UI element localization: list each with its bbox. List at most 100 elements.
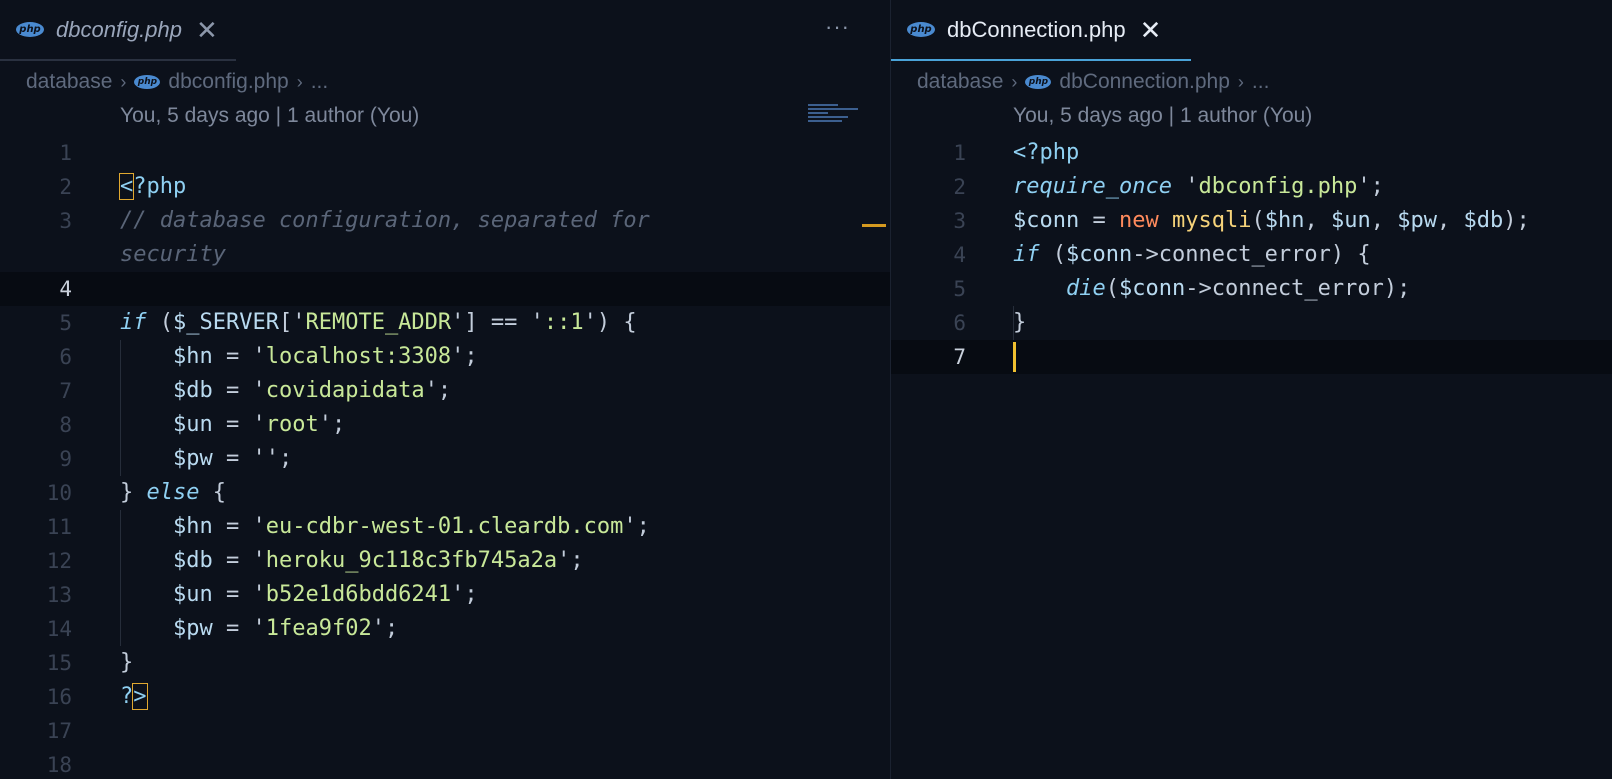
breadcrumb: database › php dbconfig.php › ...	[26, 68, 328, 96]
php-file-icon: php	[134, 75, 161, 89]
code-line[interactable]: security	[0, 238, 890, 272]
code-text[interactable]	[1013, 340, 1016, 374]
chevron-right-icon: ›	[1011, 71, 1018, 92]
code-text[interactable]: // database configuration, separated for	[120, 204, 650, 238]
code-line[interactable]: 13 $un = 'b52e1d6bdd6241';	[0, 578, 890, 612]
code-line[interactable]: 11 $hn = 'eu-cdbr-west-01.cleardb.com';	[0, 510, 890, 544]
codelens-blame[interactable]: You, 5 days ago | 1 author (You)	[1013, 104, 1312, 128]
code-line[interactable]: 10 } else {	[0, 476, 890, 510]
line-number: 18	[46, 753, 72, 777]
code-text[interactable]: ?>	[120, 680, 148, 714]
code-line[interactable]: 2 require_once 'dbconfig.php';	[891, 170, 1612, 204]
code-text[interactable]: $pw = '1fea9f02';	[120, 612, 398, 646]
code-line[interactable]: 5 if ($_SERVER['REMOTE_ADDR'] == '::1') {	[0, 306, 890, 340]
code-text[interactable]: }	[120, 646, 133, 680]
tab-dbconfig[interactable]: php dbconfig.php ✕	[0, 0, 236, 61]
line-number: 9	[59, 447, 72, 471]
close-icon[interactable]: ✕	[1140, 17, 1162, 43]
code-text[interactable]: if ($_SERVER['REMOTE_ADDR'] == '::1') {	[120, 306, 637, 340]
php-file-icon: php	[907, 22, 935, 37]
line-number: 1	[953, 141, 966, 165]
code-line[interactable]: 17	[0, 714, 890, 748]
code-line[interactable]: 8 $un = 'root';	[0, 408, 890, 442]
code-line[interactable]: 3 // database configuration, separated fo…	[0, 204, 890, 238]
code-line[interactable]: 6}	[891, 306, 1612, 340]
close-icon[interactable]: ✕	[196, 17, 218, 43]
code-text[interactable]: security	[120, 238, 226, 272]
code-line[interactable]: 1 <?php	[891, 136, 1612, 170]
breadcrumb-symbol[interactable]: ...	[1252, 70, 1270, 94]
line-number: 6	[953, 311, 966, 335]
indent-guide	[120, 408, 121, 442]
code-line[interactable]: 4	[0, 272, 890, 306]
line-number: 7	[59, 379, 72, 403]
code-line[interactable]: 4 if ($conn->connect_error) {	[891, 238, 1612, 272]
code-text[interactable]: <?php	[118, 170, 186, 204]
code-text[interactable]: $pw = '';	[120, 442, 292, 476]
code-line[interactable]: 5 die($conn->connect_error);	[891, 272, 1612, 306]
editor-group-right: php dbConnection.php ✕ database › php db…	[890, 0, 1612, 779]
more-actions-icon[interactable]: ···	[825, 14, 850, 40]
indent-guide	[120, 340, 121, 374]
line-number: 2	[59, 175, 72, 199]
breadcrumb: database › php dbConnection.php › ...	[917, 68, 1269, 96]
line-number: 10	[46, 481, 72, 505]
line-number: 5	[59, 311, 72, 335]
indent-guide	[120, 612, 121, 646]
tab-dbconnection[interactable]: php dbConnection.php ✕	[891, 0, 1191, 61]
code-line[interactable]: 18	[0, 748, 890, 779]
code-text[interactable]: $db = 'covidapidata';	[120, 374, 451, 408]
line-number: 7	[953, 345, 966, 369]
breadcrumb-folder[interactable]: database	[26, 70, 112, 94]
breadcrumb-symbol[interactable]: ...	[311, 70, 329, 94]
code-editor[interactable]: 1 <?php 2 require_once 'dbconfig.php'; 3 $con…	[891, 136, 1612, 374]
code-line[interactable]: 6 $hn = 'localhost:3308';	[0, 340, 890, 374]
code-text[interactable]: $un = 'b52e1d6bdd6241';	[120, 578, 478, 612]
code-line[interactable]: 9 $pw = '';	[0, 442, 890, 476]
code-text[interactable]: $db = 'heroku_9c118c3fb745a2a';	[120, 544, 584, 578]
code-editor[interactable]: 1 2 <?php 3// database configuration, separ…	[0, 136, 890, 779]
code-line[interactable]: 15}	[0, 646, 890, 680]
line-number: 11	[46, 515, 72, 539]
chevron-right-icon: ›	[120, 71, 127, 92]
line-number: 2	[953, 175, 966, 199]
indent-guide	[1013, 306, 1014, 340]
php-file-icon: php	[1025, 75, 1052, 89]
breadcrumb-file[interactable]: dbconfig.php	[168, 70, 288, 94]
code-text[interactable]: if ($conn->connect_error) {	[1013, 238, 1371, 272]
code-text[interactable]: $hn = 'eu-cdbr-west-01.cleardb.com';	[120, 510, 650, 544]
code-text[interactable]: <?php	[1013, 136, 1079, 170]
code-text[interactable]: $hn = 'localhost:3308';	[120, 340, 478, 374]
breadcrumb-folder[interactable]: database	[917, 70, 1003, 94]
code-text[interactable]: } else {	[120, 476, 226, 510]
line-number: 14	[46, 617, 72, 641]
codelens-blame[interactable]: You, 5 days ago | 1 author (You)	[120, 104, 419, 128]
chevron-right-icon: ›	[1237, 71, 1244, 92]
code-text[interactable]: }	[1013, 306, 1026, 340]
line-number: 4	[953, 243, 966, 267]
indent-guide	[120, 544, 121, 578]
code-line[interactable]: 12 $db = 'heroku_9c118c3fb745a2a';	[0, 544, 890, 578]
code-text[interactable]: die($conn->connect_error);	[1013, 272, 1410, 306]
code-text[interactable]: $un = 'root';	[120, 408, 345, 442]
code-line[interactable]: 14 $pw = '1fea9f02';	[0, 612, 890, 646]
code-line[interactable]: 7	[891, 340, 1612, 374]
php-file-icon: php	[16, 22, 44, 37]
line-number: 8	[59, 413, 72, 437]
breadcrumb-file[interactable]: dbConnection.php	[1059, 70, 1229, 94]
line-number: 1	[59, 141, 72, 165]
tab-bar: php dbConnection.php ✕	[891, 0, 1612, 61]
line-number: 3	[953, 209, 966, 233]
code-line[interactable]: 1	[0, 136, 890, 170]
line-number: 13	[46, 583, 72, 607]
code-text[interactable]: $conn = new mysqli($hn, $un, $pw, $db);	[1013, 204, 1530, 238]
indent-guide	[120, 442, 121, 476]
minimap[interactable]	[808, 102, 866, 132]
line-number: 15	[46, 651, 72, 675]
code-text[interactable]: require_once 'dbconfig.php';	[1013, 170, 1384, 204]
code-line[interactable]: 7 $db = 'covidapidata';	[0, 374, 890, 408]
code-line[interactable]: 16 ?>	[0, 680, 890, 714]
code-line[interactable]: 3 $conn = new mysqli($hn, $un, $pw, $db);	[891, 204, 1612, 238]
chevron-right-icon: ›	[296, 71, 303, 92]
code-line[interactable]: 2 <?php	[0, 170, 890, 204]
